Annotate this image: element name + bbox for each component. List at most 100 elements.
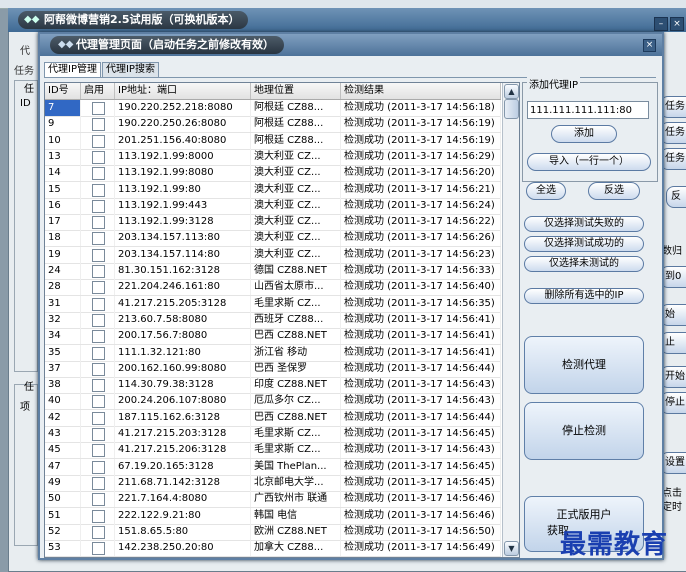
scroll-down-icon[interactable]: ▼	[504, 541, 519, 556]
column-header-location[interactable]: 地理位置	[251, 83, 341, 99]
table-cell-enabled	[81, 230, 115, 247]
table-row[interactable]: 7 190.220.252.218:8080 阿根廷 CZ88... 检测成功 (20…	[45, 100, 501, 117]
table-row[interactable]: 13 113.192.1.99:8000 澳大利亚 CZ... 检测成功 (2011-…	[45, 148, 501, 166]
column-header-id[interactable]: ID号	[45, 83, 81, 99]
table-row[interactable]: 16 113.192.1.99:443 澳大利亚 CZ... 检测成功 (2011-3…	[45, 197, 501, 215]
enable-checkbox[interactable]	[92, 265, 105, 278]
enable-checkbox[interactable]	[92, 330, 105, 344]
column-header-ip[interactable]: IP地址：端口	[115, 83, 251, 99]
add-proxy-group: 添加代理IP 111.111.111.111:80 添加 导入（一行一个）	[522, 76, 658, 182]
enable-checkbox[interactable]	[92, 118, 105, 132]
table-row[interactable]: 42 187.115.162.6:3128 巴西 CZ88.NET 检测成功 (201…	[45, 409, 501, 427]
tab-proxy-ip-manage[interactable]: 代理IP管理	[44, 62, 101, 77]
enable-checkbox[interactable]	[92, 102, 105, 115]
enable-checkbox[interactable]	[92, 346, 105, 360]
table-cell-loc: 澳大利亚 CZ...	[251, 246, 341, 263]
table-cell-ip: 211.68.71.142:3128	[115, 474, 251, 491]
enable-checkbox[interactable]	[92, 150, 105, 164]
enable-checkbox[interactable]	[92, 525, 105, 539]
minimize-icon[interactable]: –	[654, 17, 668, 31]
enable-checkbox[interactable]	[92, 281, 105, 295]
select-failed-button[interactable]: 仅选择测试失败的	[524, 216, 644, 232]
table-cell-enabled	[81, 442, 115, 459]
scrollbar-thumb[interactable]	[504, 99, 519, 119]
table-cell-loc: 山西省太原市...	[251, 279, 341, 296]
table-cell-enabled	[81, 263, 115, 279]
tab-proxy-ip-search[interactable]: 代理IP搜索	[101, 62, 159, 77]
enable-checkbox[interactable]	[92, 476, 105, 490]
table-row[interactable]: 9 190.220.250.26:8080 阿根廷 CZ88... 检测成功 (201…	[45, 116, 501, 134]
enable-checkbox[interactable]	[92, 379, 105, 393]
table-cell-ip: 67.19.20.165:3128	[115, 458, 251, 475]
table-row[interactable]: 19 203.134.157.114:80 澳大利亚 CZ... 检测成功 (2011…	[45, 246, 501, 264]
invert-selection-button[interactable]: 反选	[588, 182, 640, 200]
table-cell-enabled	[81, 393, 115, 410]
select-all-button[interactable]: 全选	[526, 182, 566, 200]
enable-checkbox[interactable]	[92, 509, 105, 523]
table-cell-result: 检测成功 (2011-3-17 14:56:24)	[341, 197, 501, 214]
table-row[interactable]: 18 203.134.157.113:80 澳大利亚 CZ... 检测成功 (2011…	[45, 230, 501, 248]
table-row[interactable]: 31 41.217.215.205:3128 毛里求斯 CZ... 检测成功 (201…	[45, 295, 501, 313]
table-row[interactable]: 53 142.238.250.20:80 加拿大 CZ88... 检测成功 (2011…	[45, 540, 501, 557]
enable-checkbox[interactable]	[92, 199, 105, 213]
table-row[interactable]: 52 151.8.65.5:80 欧洲 CZ88.NET 检测成功 (2011-3-1…	[45, 523, 501, 541]
table-row[interactable]: 34 200.17.56.7:8080 巴西 CZ88.NET 检测成功 (2011-…	[45, 328, 501, 346]
table-scrollbar[interactable]: ▲ ▼	[502, 83, 519, 557]
enable-checkbox[interactable]	[92, 313, 105, 327]
table-row[interactable]: 45 41.217.215.206:3128 毛里求斯 CZ... 检测成功 (201…	[45, 442, 501, 460]
import-button[interactable]: 导入（一行一个）	[527, 153, 651, 171]
bg-tab-task[interactable]: 任务	[14, 62, 34, 77]
table-cell-ip: 203.134.157.114:80	[115, 246, 251, 263]
table-row[interactable]: 24 81.30.151.162:3128 德国 CZ88.NET 检测成功 (201…	[45, 263, 501, 280]
table-row[interactable]: 35 111.1.32.121:80 浙江省 移动 检测成功 (2011-3-17 1…	[45, 344, 501, 362]
enable-checkbox[interactable]	[92, 183, 105, 197]
select-untested-button[interactable]: 仅选择未测试的	[524, 256, 644, 272]
table-cell-id: 15	[45, 181, 81, 198]
table-cell-enabled	[81, 100, 115, 116]
table-row[interactable]: 32 213.60.7.58:8080 西班牙 CZ88... 检测成功 (2011-…	[45, 311, 501, 329]
enable-checkbox[interactable]	[92, 134, 105, 148]
enable-checkbox[interactable]	[92, 493, 105, 507]
enable-checkbox[interactable]	[92, 428, 105, 441]
main-window-title: 阿帮微博营销2.5试用版（可换机版本）	[44, 13, 240, 26]
enable-checkbox[interactable]	[92, 460, 105, 474]
bg-invert-button[interactable]: 反	[666, 186, 686, 208]
table-row[interactable]: 51 222.122.9.21:80 韩国 电信 检测成功 (2011-3-17 14…	[45, 507, 501, 525]
delete-selected-button[interactable]: 删除所有选中的IP	[524, 288, 644, 304]
table-row[interactable]: 17 113.192.1.99:3128 澳大利亚 CZ... 检测成功 (2011-…	[45, 214, 501, 232]
table-row[interactable]: 14 113.192.1.99:8080 澳大利亚 CZ... 检测成功 (2011-…	[45, 165, 501, 183]
close-icon[interactable]: ×	[643, 39, 656, 52]
table-row[interactable]: 37 200.162.160.99:8080 巴西 圣保罗 检测成功 (2011-3-…	[45, 360, 501, 378]
table-row[interactable]: 40 200.24.206.107:8080 厄瓜多尔 CZ... 检测成功 (201…	[45, 393, 501, 411]
select-success-button[interactable]: 仅选择测试成功的	[524, 236, 644, 252]
column-header-result[interactable]: 检测结果	[341, 83, 501, 99]
enable-checkbox[interactable]	[92, 232, 105, 246]
column-header-enabled[interactable]: 启用	[81, 83, 115, 99]
enable-checkbox[interactable]	[92, 362, 105, 376]
enable-checkbox[interactable]	[92, 167, 105, 181]
enable-checkbox[interactable]	[92, 542, 105, 556]
enable-checkbox[interactable]	[92, 395, 105, 409]
table-cell-result: 检测成功 (2011-3-17 14:56:45)	[341, 474, 501, 491]
check-proxy-button[interactable]: 检测代理	[524, 336, 644, 394]
stop-check-button[interactable]: 停止检测	[524, 402, 644, 460]
table-row[interactable]: 50 221.7.164.4:8080 广西钦州市 联通 检测成功 (2011-3-1…	[45, 491, 501, 509]
table-row[interactable]: 49 211.68.71.142:3128 北京邮电大学... 检测成功 (2011-…	[45, 474, 501, 492]
add-button[interactable]: 添加	[551, 125, 617, 143]
enable-checkbox[interactable]	[92, 411, 105, 425]
table-cell-id: 43	[45, 426, 81, 442]
enable-checkbox[interactable]	[92, 216, 105, 230]
close-icon[interactable]: ×	[670, 17, 684, 31]
scroll-up-icon[interactable]: ▲	[504, 84, 519, 99]
table-row[interactable]: 38 114.30.79.38:3128 印度 CZ88.NET 检测成功 (2011…	[45, 377, 501, 395]
table-row[interactable]: 28 221.204.246.161:80 山西省太原市... 检测成功 (2011-…	[45, 279, 501, 297]
table-row[interactable]: 43 41.217.215.203:3128 毛里求斯 CZ... 检测成功 (201…	[45, 426, 501, 443]
table-row[interactable]: 10 201.251.156.40:8080 阿根廷 CZ88... 检测成功 (20…	[45, 132, 501, 150]
table-row[interactable]: 47 67.19.20.165:3128 美国 ThePlan... 检测成功 (20…	[45, 458, 501, 476]
proxy-ip-input[interactable]: 111.111.111.111:80	[527, 101, 649, 119]
enable-checkbox[interactable]	[92, 248, 105, 262]
table-row[interactable]: 15 113.192.1.99:80 澳大利亚 CZ... 检测成功 (2011-3-…	[45, 181, 501, 199]
enable-checkbox[interactable]	[92, 297, 105, 311]
enable-checkbox[interactable]	[92, 444, 105, 458]
bg-tab-proxy[interactable]: 代	[20, 42, 30, 57]
